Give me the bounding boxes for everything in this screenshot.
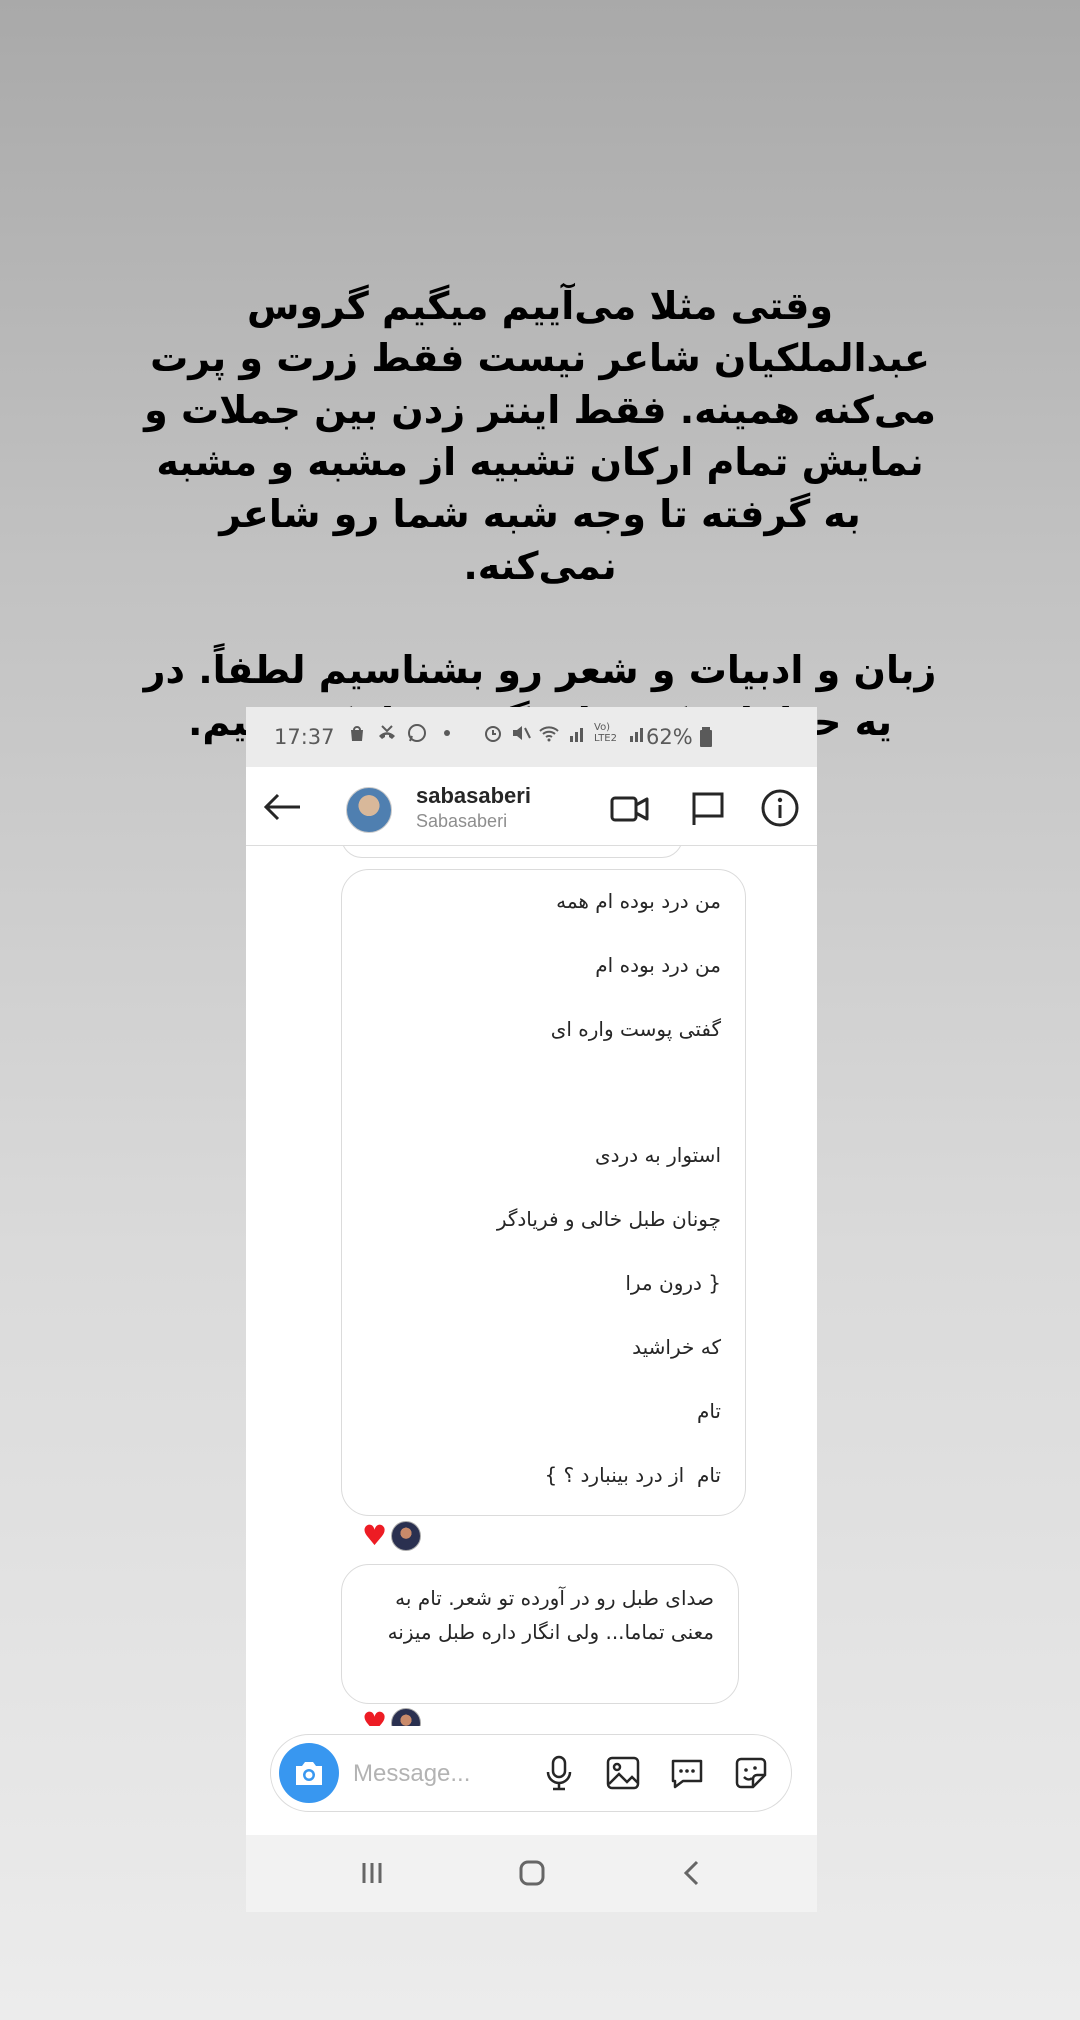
signal-icon xyxy=(570,728,583,742)
poem-line: تام xyxy=(684,1399,721,1423)
chat-bubble-icon[interactable] xyxy=(667,1753,707,1793)
avatar[interactable] xyxy=(346,787,392,833)
story-caption: وقتی مثلا می‌آییم میگیم گروس عبدالملکیان… xyxy=(140,280,940,748)
caption-paragraph-1: وقتی مثلا می‌آییم میگیم گروس عبدالملکیان… xyxy=(144,284,936,588)
poem-line: گفتی پوست واره ای xyxy=(550,1017,721,1041)
heart-icon: ♥ xyxy=(362,1706,388,1727)
camera-button[interactable] xyxy=(279,1743,339,1803)
dot-icon xyxy=(444,730,450,736)
reply-text: صدای طبل رو در آورده تو شعر. تام به معنی… xyxy=(387,1586,714,1644)
status-time: 17:37 xyxy=(274,725,335,749)
poem-line: استوار به دردی xyxy=(594,1143,721,1167)
back-arrow-icon[interactable] xyxy=(260,785,304,829)
chat-subtitle: Sabasaberi xyxy=(416,811,508,831)
message-composer xyxy=(270,1734,792,1812)
poem-line: چونان طبل خالی و فریادگر xyxy=(496,1207,721,1231)
message-reactions[interactable]: ♥ xyxy=(362,1706,422,1727)
mute-icon xyxy=(513,726,531,740)
camera-icon xyxy=(296,1762,322,1785)
info-icon[interactable] xyxy=(759,787,801,829)
missed-call-icon xyxy=(379,725,395,739)
status-bar: 17:37 Vo) LTE2 62% xyxy=(246,707,817,767)
sticker-icon[interactable] xyxy=(731,1753,771,1793)
reply-message-bubble[interactable]: صدای طبل رو در آورده تو شعر. تام به معنی… xyxy=(341,1564,739,1704)
phone-screenshot: 17:37 Vo) LTE2 62% sabasaberi Sabasaberi xyxy=(246,707,817,1912)
poem-line: من درد بوده ام همه xyxy=(556,889,721,913)
bag-icon xyxy=(351,726,363,741)
system-icons: Vo) LTE2 xyxy=(482,722,648,744)
message-input[interactable] xyxy=(351,1753,535,1795)
alarm-icon xyxy=(485,726,501,742)
poem-line: { درون مرا xyxy=(625,1271,721,1295)
gallery-icon[interactable] xyxy=(603,1753,643,1793)
message-reactions[interactable]: ♥ xyxy=(362,1519,422,1552)
poem-line: تام از درد بینبارد ؟ } xyxy=(544,1463,721,1487)
battery-percent: 62% xyxy=(646,725,693,749)
chat-username[interactable]: sabasaberi xyxy=(416,783,531,809)
poem-line: که خراشید xyxy=(632,1335,721,1359)
back-nav-icon[interactable] xyxy=(672,1853,712,1893)
battery-status: 62% xyxy=(646,725,713,749)
message-thread[interactable]: من درد بوده ام همه من درد بوده ام گفتی پ… xyxy=(246,846,817,1726)
microphone-icon[interactable] xyxy=(539,1753,579,1793)
recent-apps-icon[interactable] xyxy=(352,1853,392,1893)
notification-icons xyxy=(346,722,458,744)
home-icon[interactable] xyxy=(512,1853,552,1893)
poem-line: من درد بوده ام xyxy=(582,953,721,977)
heart-icon: ♥ xyxy=(362,1519,388,1552)
previous-message-bubble[interactable] xyxy=(341,846,683,858)
video-call-icon[interactable] xyxy=(609,787,651,829)
battery-icon xyxy=(700,727,713,747)
reactor-avatar xyxy=(391,1521,422,1551)
flag-icon[interactable] xyxy=(687,787,729,829)
poem-message-bubble[interactable]: من درد بوده ام همه من درد بوده ام گفتی پ… xyxy=(341,869,746,1516)
network-label: Vo) LTE2 xyxy=(594,722,617,744)
whatsapp-icon xyxy=(408,724,426,742)
wifi-icon xyxy=(539,726,559,742)
chat-header: sabasaberi Sabasaberi xyxy=(246,767,817,846)
signal-icon-2 xyxy=(630,728,643,742)
system-nav-bar xyxy=(246,1835,817,1912)
reactor-avatar xyxy=(391,1708,422,1726)
